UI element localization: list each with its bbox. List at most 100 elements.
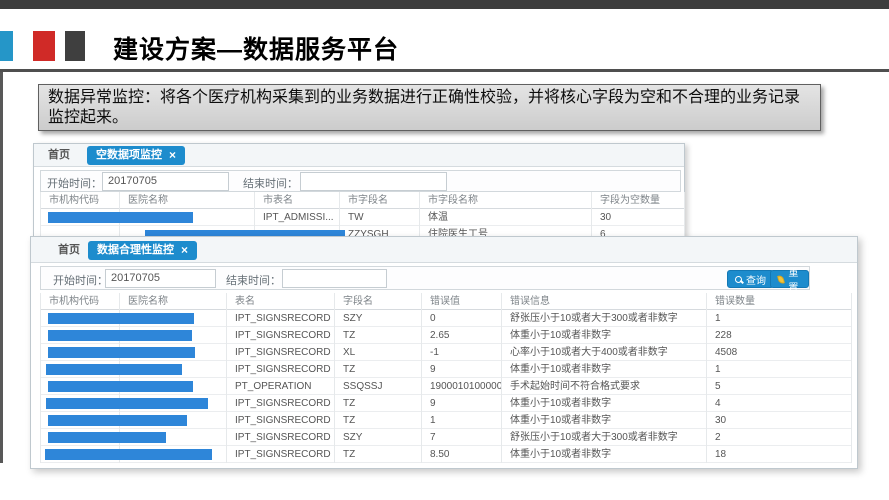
cell-error-count: 228 bbox=[707, 327, 852, 344]
close-icon[interactable]: × bbox=[169, 146, 176, 165]
query-button[interactable]: 查询 bbox=[727, 270, 774, 288]
tab-home[interactable]: 首页 bbox=[58, 237, 80, 263]
cell-table: IPT_SIGNSRECORD bbox=[227, 446, 335, 463]
end-time-input[interactable] bbox=[300, 172, 447, 191]
start-time-input[interactable]: 20170705 bbox=[102, 172, 229, 191]
cell-error-message: 舒张压小于10或者大于300或者非数字 bbox=[502, 310, 707, 327]
window-empty-data-monitor: 首页 空数据项监控 × 开始时间： 20170705 结束时间： 市机构代码 医… bbox=[33, 143, 685, 240]
cell-table: IPT_SIGNSRECORD bbox=[227, 327, 335, 344]
cell-table: IPT_SIGNSRECORD bbox=[227, 395, 335, 412]
description-box: 数据异常监控：将各个医疗机构采集到的业务数据进行正确性校验，并将核心字段为空和不… bbox=[38, 84, 821, 131]
cell-error-message: 舒张压小于10或者大于300或者非数字 bbox=[502, 429, 707, 446]
table-row: IPT_SIGNSRECORD TZ 9 体重小于10或者非数字 4 bbox=[40, 395, 852, 412]
table-row: IPT_SIGNSRECORD TZ 2.65 体重小于10或者非数字 228 bbox=[40, 327, 852, 344]
end-time-label: 结束时间： bbox=[226, 272, 281, 288]
cell-error-value: 2.65 bbox=[422, 327, 502, 344]
decor-square-dark bbox=[65, 31, 85, 61]
tab-bar: 首页 数据合理性监控 × bbox=[31, 237, 857, 263]
cell-error-count: 18 bbox=[707, 446, 852, 463]
tab-label: 数据合理性监控 bbox=[97, 241, 174, 260]
cell-table: IPT_SIGNSRECORD bbox=[227, 361, 335, 378]
cell-error-message: 体重小于10或者非数字 bbox=[502, 327, 707, 344]
col-header: 医院名称 bbox=[120, 293, 227, 310]
cell-field: TZ bbox=[335, 412, 422, 429]
reset-button-label: 重置 bbox=[788, 264, 801, 294]
cell-error-message: 体重小于10或者非数字 bbox=[502, 361, 707, 378]
redacted-org-bar bbox=[46, 364, 182, 375]
cell-table: IPT_ADMISSI... bbox=[255, 209, 340, 226]
col-header: 错误数量 bbox=[707, 293, 852, 310]
cell-field: TW bbox=[340, 209, 420, 226]
end-time-label: 结束时间： bbox=[243, 175, 298, 191]
redacted-org-bar bbox=[48, 415, 187, 426]
table-row: IPT_SIGNSRECORD TZ 1 体重小于10或者非数字 30 bbox=[40, 412, 852, 429]
start-time-label: 开始时间： bbox=[47, 175, 102, 191]
tab-data-validity-monitor[interactable]: 数据合理性监控 × bbox=[88, 241, 197, 260]
filter-bar: 开始时间： 20170705 结束时间： 查询 重置 bbox=[40, 266, 810, 290]
cell-error-count: 30 bbox=[707, 412, 852, 429]
decor-square-red bbox=[33, 31, 55, 61]
page-title: 建设方案—数据服务平台 bbox=[113, 30, 399, 66]
cell-field: TZ bbox=[335, 446, 422, 463]
cell-error-value: 9 bbox=[422, 361, 502, 378]
redacted-org-bar bbox=[48, 381, 193, 392]
table-row: IPT_SIGNSRECORD XL -1 心率小于10或者大于400或者非数字… bbox=[40, 344, 852, 361]
redacted-org-bar bbox=[48, 432, 166, 443]
cell-table: IPT_SIGNSRECORD bbox=[227, 310, 335, 327]
tab-label: 空数据项监控 bbox=[96, 146, 162, 165]
col-header: 错误值 bbox=[422, 293, 502, 310]
cell-error-value: -1 bbox=[422, 344, 502, 361]
cell-error-message: 手术起始时间不符合格式要求 bbox=[502, 378, 707, 395]
tab-empty-data-monitor[interactable]: 空数据项监控 × bbox=[87, 146, 185, 165]
cell-field: SZY bbox=[335, 429, 422, 446]
tab-bar: 首页 空数据项监控 × bbox=[34, 144, 684, 167]
redacted-org-bar bbox=[48, 313, 194, 324]
cell-empty-count: 30 bbox=[592, 209, 685, 226]
cell-error-value: 1 bbox=[422, 412, 502, 429]
cell-field: TZ bbox=[335, 361, 422, 378]
cell-error-value: 19000101000000 bbox=[422, 378, 502, 395]
cell-table: IPT_SIGNSRECORD bbox=[227, 344, 335, 361]
cell-field: TZ bbox=[335, 327, 422, 344]
cell-table: IPT_SIGNSRECORD bbox=[227, 429, 335, 446]
cell-error-count: 4508 bbox=[707, 344, 852, 361]
cell-error-value: 0 bbox=[422, 310, 502, 327]
table-header-row: 市机构代码 医院名称 表名 字段名 错误值 错误信息 错误数量 bbox=[40, 293, 852, 310]
cell-error-count: 1 bbox=[707, 361, 852, 378]
col-header: 字段名 bbox=[335, 293, 422, 310]
col-header: 市字段名称 bbox=[420, 192, 592, 209]
col-header: 市字段名 bbox=[340, 192, 420, 209]
cell-error-value: 7 bbox=[422, 429, 502, 446]
cell-error-count: 1 bbox=[707, 310, 852, 327]
cell-error-message: 心率小于10或者大于400或者非数字 bbox=[502, 344, 707, 361]
table-row: IPT_SIGNSRECORD SZY 7 舒张压小于10或者大于300或者非数… bbox=[40, 429, 852, 446]
table-row: IPT_ADMISSI... TW 体温 30 bbox=[40, 209, 685, 226]
table-row: IPT_SIGNSRECORD TZ 9 体重小于10或者非数字 1 bbox=[40, 361, 852, 378]
redacted-org-bar bbox=[48, 212, 193, 223]
col-header: 表名 bbox=[227, 293, 335, 310]
table-row: IPT_SIGNSRECORD SZY 0 舒张压小于10或者大于300或者非数… bbox=[40, 310, 852, 327]
cell-table: PT_OPERATION bbox=[227, 378, 335, 395]
brush-icon bbox=[777, 274, 786, 284]
cell-error-count: 4 bbox=[707, 395, 852, 412]
window-data-validity-monitor: 首页 数据合理性监控 × 开始时间： 20170705 结束时间： 查询 重置 … bbox=[30, 236, 858, 469]
close-icon[interactable]: × bbox=[181, 241, 188, 260]
col-header: 市机构代码 bbox=[40, 293, 120, 310]
cell-error-message: 体重小于10或者非数字 bbox=[502, 395, 707, 412]
redacted-org-bar bbox=[48, 347, 195, 358]
slide-top-bar bbox=[0, 0, 889, 9]
reset-button[interactable]: 重置 bbox=[770, 270, 809, 288]
col-header: 字段为空数量 bbox=[592, 192, 685, 209]
tab-home[interactable]: 首页 bbox=[48, 144, 70, 167]
col-header: 市表名 bbox=[255, 192, 340, 209]
decor-square-blue bbox=[0, 31, 13, 61]
filter-bar: 开始时间： 20170705 结束时间： bbox=[40, 170, 681, 192]
start-time-input[interactable]: 20170705 bbox=[105, 269, 216, 288]
cell-field: XL bbox=[335, 344, 422, 361]
cell-field: SSQSSJ bbox=[335, 378, 422, 395]
end-time-input[interactable] bbox=[282, 269, 387, 288]
start-time-label: 开始时间： bbox=[53, 272, 108, 288]
table-header-row: 市机构代码 医院名称 市表名 市字段名 市字段名称 字段为空数量 bbox=[40, 192, 685, 209]
cell-error-count: 5 bbox=[707, 378, 852, 395]
magnifier-icon bbox=[735, 276, 742, 283]
